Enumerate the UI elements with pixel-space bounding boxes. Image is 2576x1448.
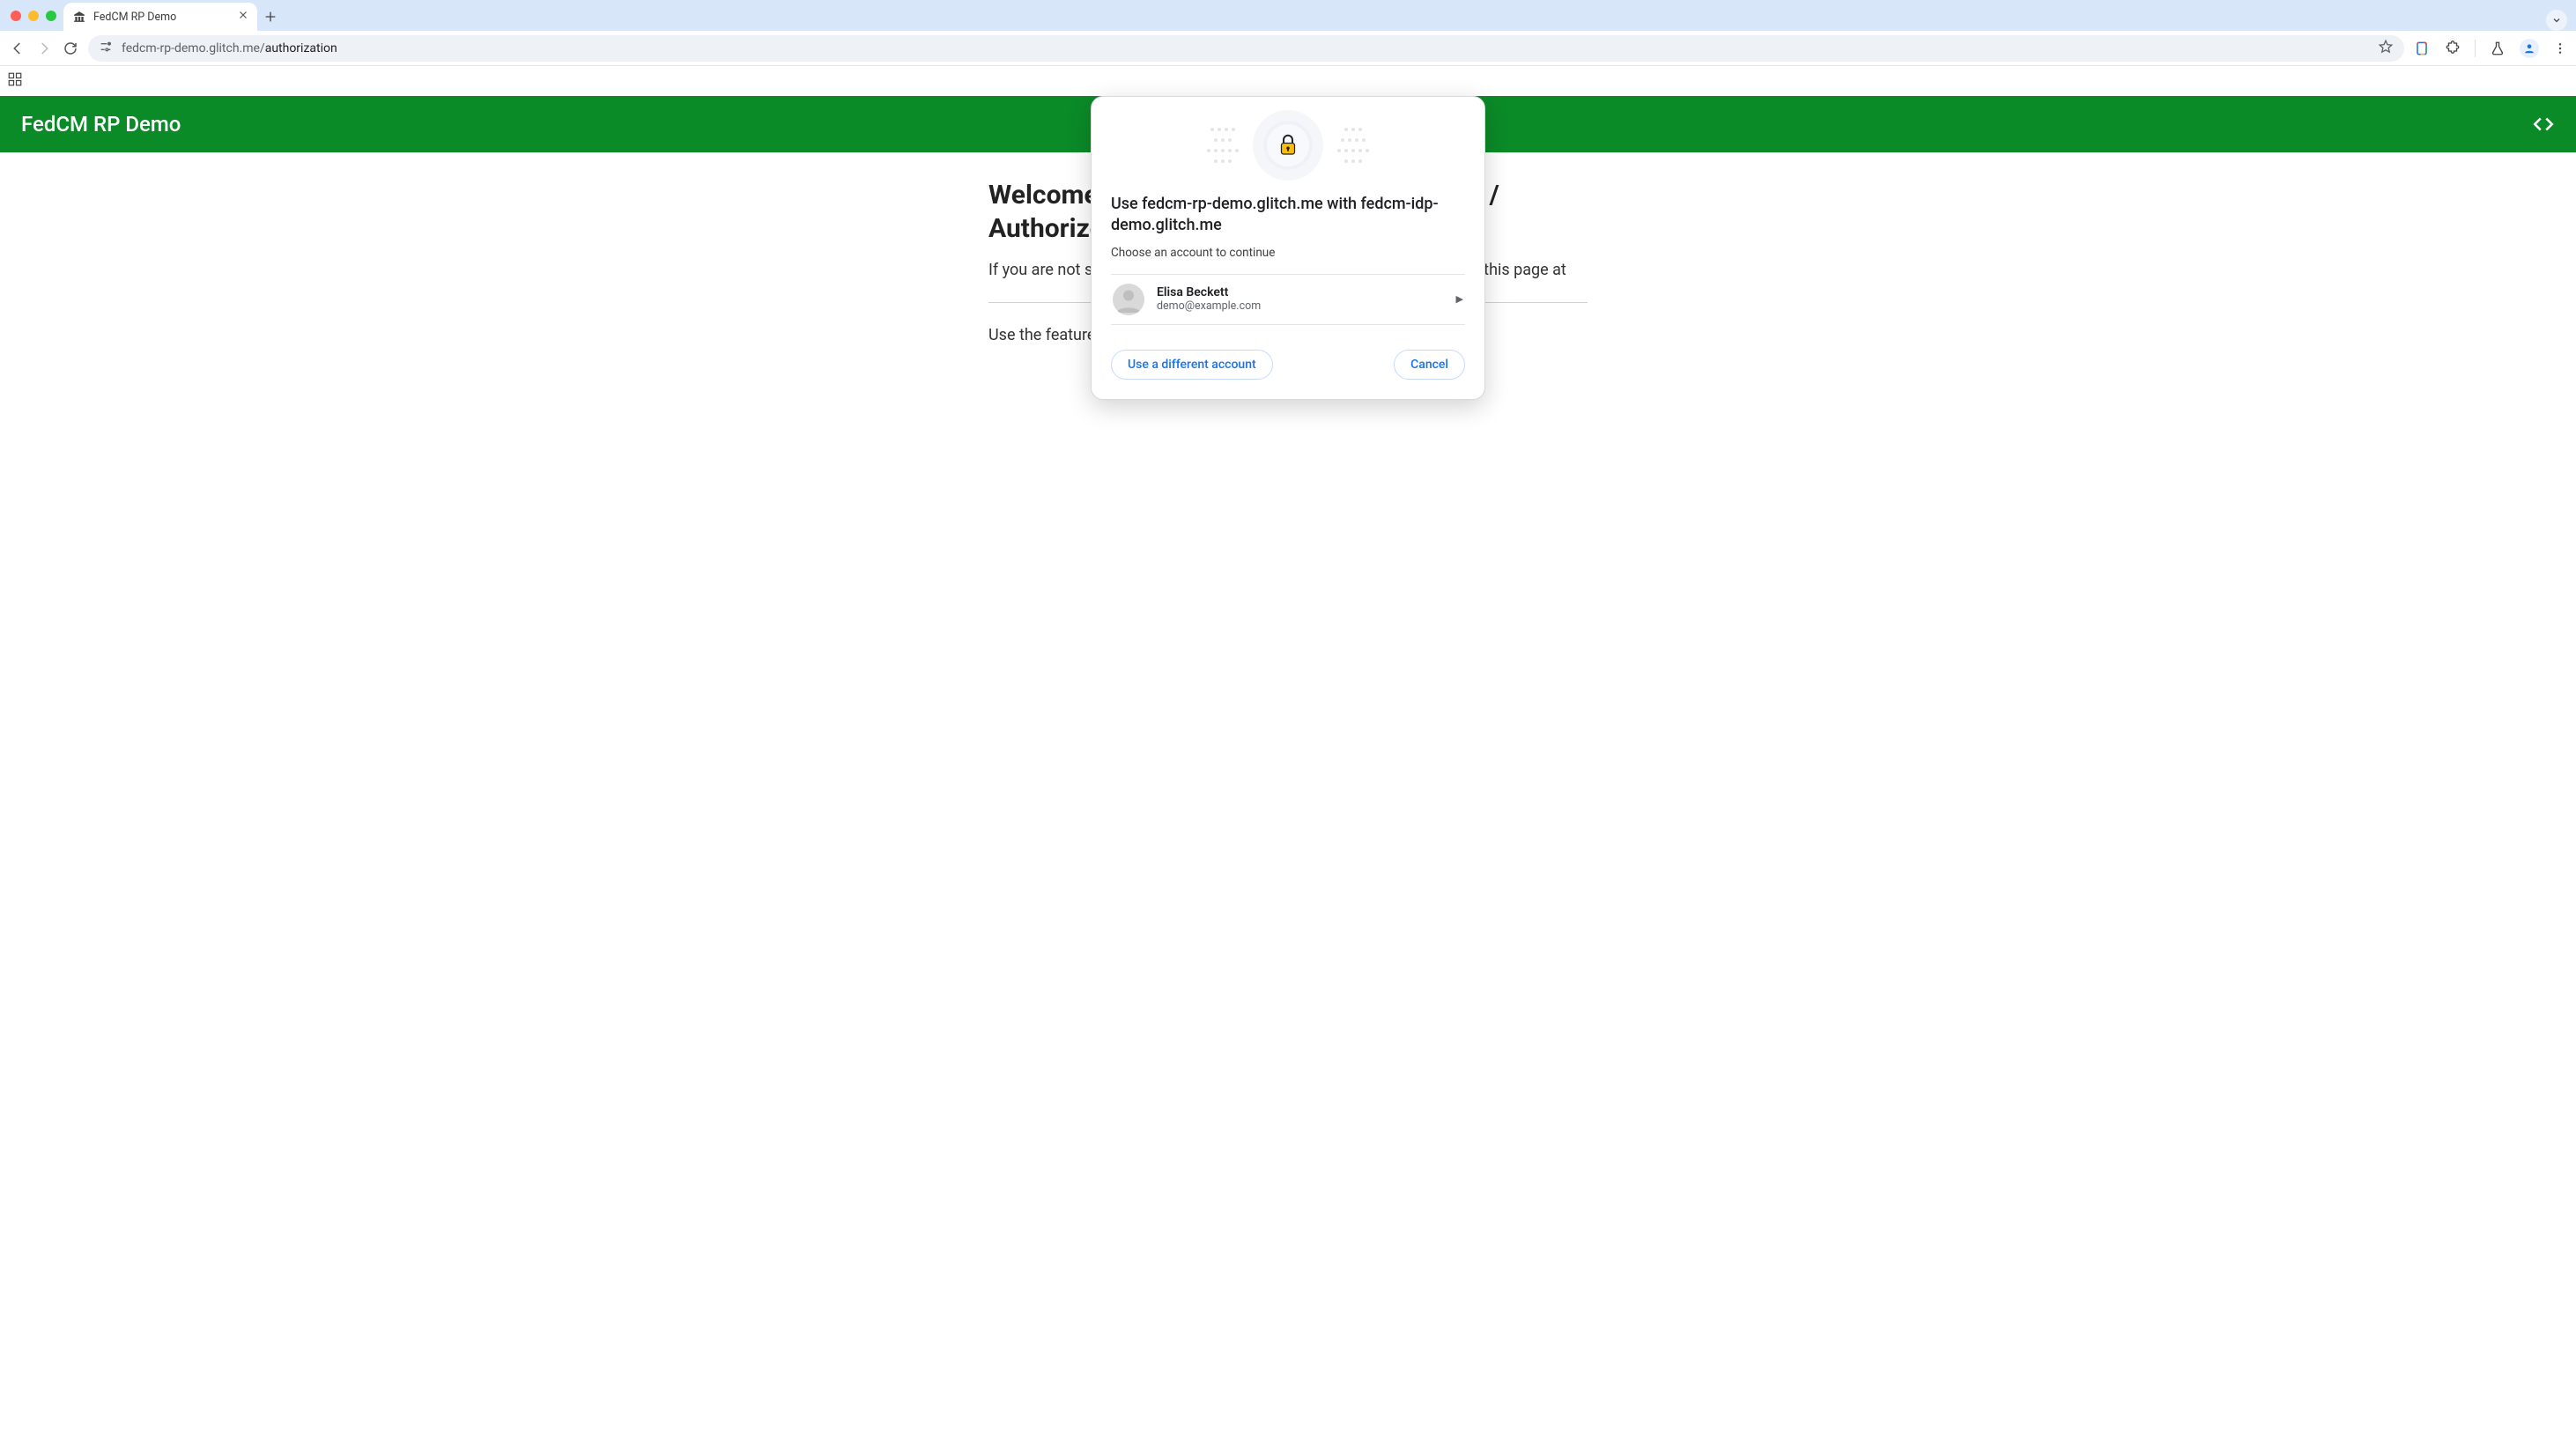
chevron-right-icon: ▶ — [1456, 293, 1463, 305]
use-different-account-button[interactable]: Use a different account — [1111, 350, 1273, 380]
account-name: Elisa Beckett — [1157, 285, 1444, 299]
lock-icon — [1263, 121, 1313, 170]
url-text: fedcm-rp-demo.glitch.me/authorization — [122, 41, 337, 55]
decoration-dots-right — [1337, 128, 1369, 163]
dialog-illustration — [1092, 97, 1484, 194]
kebab-menu-icon[interactable] — [2553, 41, 2567, 55]
new-tab-button[interactable] — [257, 3, 284, 31]
decoration-dots-left — [1207, 128, 1239, 163]
bookmark-star-icon[interactable] — [2378, 39, 2394, 58]
dialog-subtitle: Choose an account to continue — [1111, 246, 1465, 260]
view-source-button[interactable] — [2532, 113, 2555, 136]
browser-tab[interactable]: FedCM RP Demo — [63, 3, 257, 31]
page-title: FedCM RP Demo — [21, 112, 181, 137]
extensions-puzzle-icon[interactable] — [2445, 41, 2461, 56]
window-close-button[interactable] — [11, 11, 21, 21]
labs-flask-icon[interactable] — [2490, 41, 2506, 56]
back-button[interactable] — [9, 41, 26, 56]
site-settings-icon[interactable] — [99, 40, 113, 57]
window-controls — [7, 0, 63, 31]
tab-title: FedCM RP Demo — [93, 11, 176, 24]
fedcm-dialog: Use fedcm-rp-demo.glitch.me with fedcm-i… — [1091, 96, 1485, 400]
window-minimize-button[interactable] — [28, 11, 39, 21]
toolbar-divider — [2475, 40, 2476, 57]
extension-devtools-icon[interactable] — [2413, 40, 2431, 57]
reload-button[interactable] — [62, 41, 79, 56]
tab-strip: FedCM RP Demo — [0, 0, 2576, 31]
url-host: fedcm-rp-demo.glitch.me/ — [122, 41, 265, 55]
account-row[interactable]: Elisa Beckett demo@example.com ▶ — [1111, 275, 1465, 324]
forward-button[interactable] — [35, 41, 53, 56]
account-list: Elisa Beckett demo@example.com ▶ — [1111, 274, 1465, 325]
dialog-title: Use fedcm-rp-demo.glitch.me with fedcm-i… — [1111, 194, 1465, 237]
url-path: authorization — [265, 41, 337, 55]
tab-close-button[interactable] — [238, 10, 248, 24]
bookmarks-bar — [0, 66, 2576, 96]
bank-icon — [72, 10, 86, 24]
address-bar[interactable]: fedcm-rp-demo.glitch.me/authorization — [88, 35, 2404, 62]
apps-grid-icon[interactable] — [7, 71, 23, 91]
cancel-button[interactable]: Cancel — [1394, 350, 1465, 380]
window-zoom-button[interactable] — [46, 11, 56, 21]
profile-avatar-button[interactable] — [2520, 39, 2539, 58]
browser-toolbar: fedcm-rp-demo.glitch.me/authorization — [0, 31, 2576, 66]
avatar — [1113, 284, 1144, 315]
account-email: demo@example.com — [1157, 299, 1444, 313]
tab-search-button[interactable] — [2546, 10, 2567, 31]
